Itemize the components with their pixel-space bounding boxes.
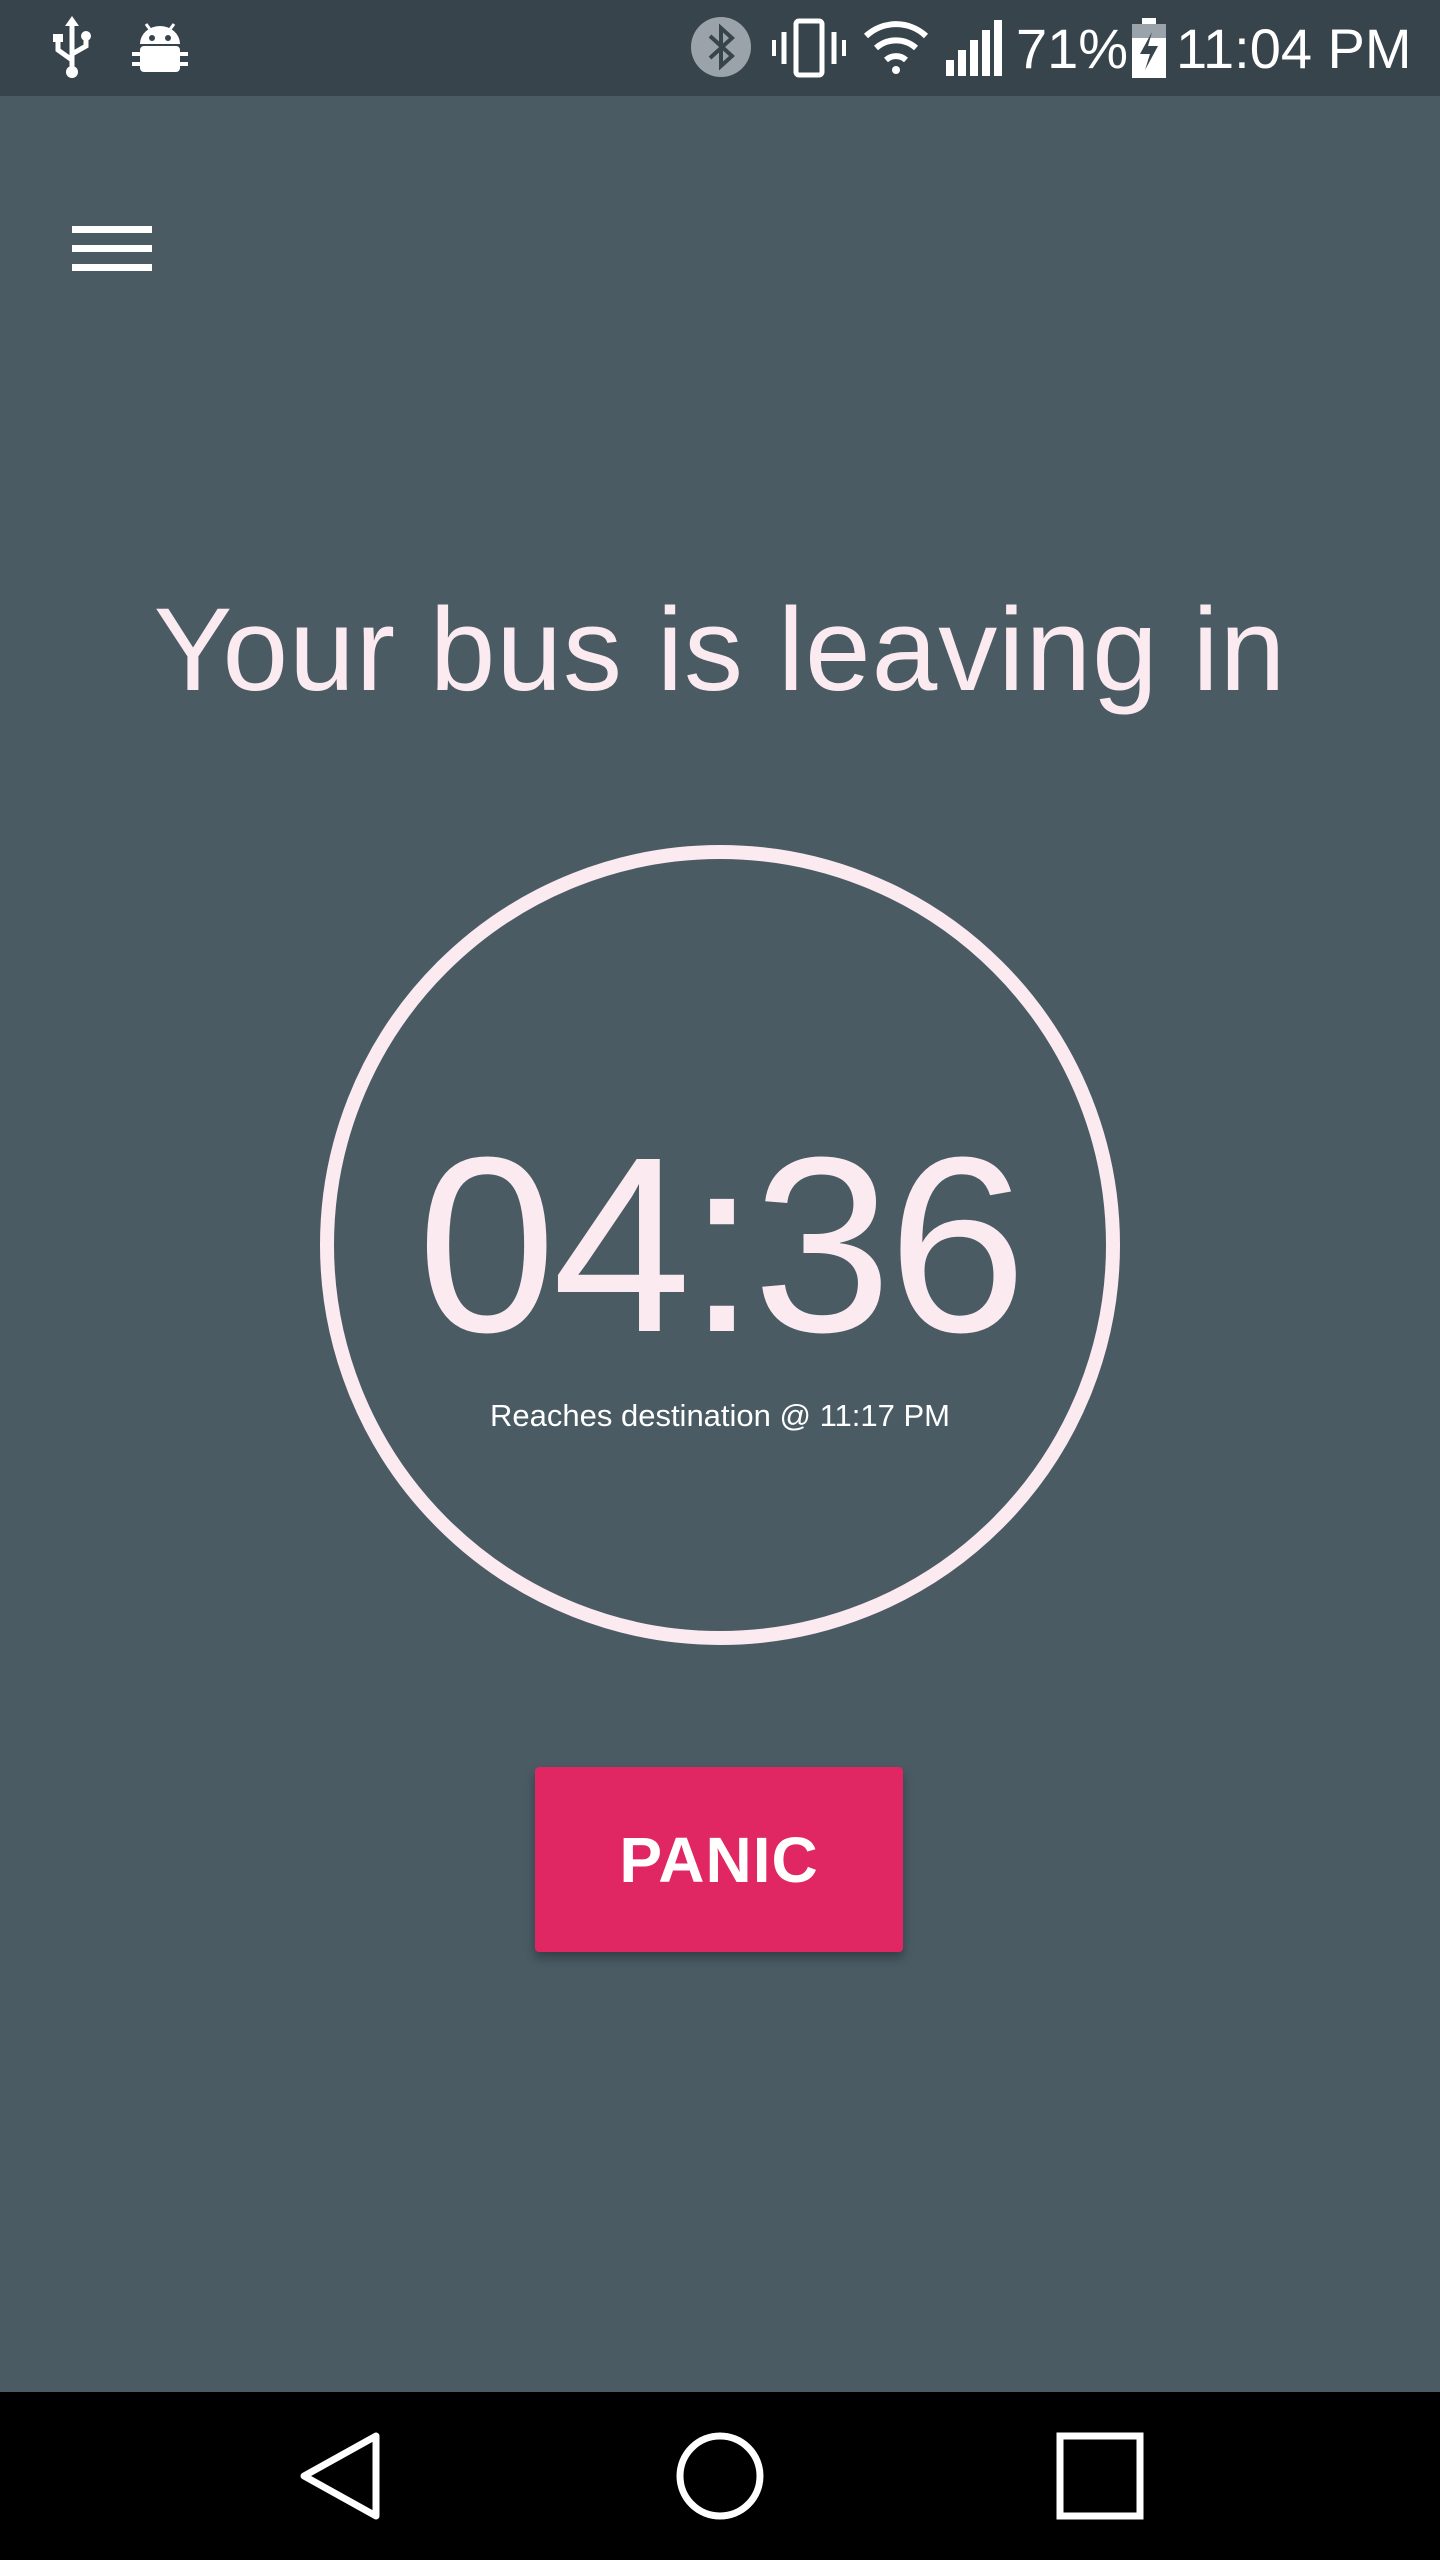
battery-charging-icon bbox=[1132, 18, 1166, 78]
bluetooth-icon bbox=[691, 17, 751, 77]
status-time: 11:04 PM bbox=[1176, 17, 1412, 80]
countdown-timer: 04:36 bbox=[417, 1105, 1027, 1384]
hamburger-menu-icon[interactable] bbox=[60, 210, 160, 290]
menu-bar-line bbox=[72, 226, 152, 233]
back-icon[interactable] bbox=[290, 2426, 390, 2526]
page-title: Your bus is leaving in bbox=[153, 584, 1287, 716]
arrival-time-text: Reaches destination @ 11:17 PM bbox=[490, 1398, 950, 1433]
signal-icon bbox=[946, 20, 1002, 76]
menu-bar-line bbox=[72, 245, 152, 252]
vibrate-icon bbox=[772, 18, 846, 78]
panic-button[interactable]: PANIC bbox=[535, 1767, 903, 1952]
menu-bar-line bbox=[72, 264, 152, 271]
usb-icon bbox=[53, 16, 91, 78]
app-screen: 71% 11:04 PM Your bus is leaving in 04:3… bbox=[0, 0, 1440, 2560]
wifi-icon bbox=[863, 21, 929, 74]
battery-percent: 71% bbox=[1016, 17, 1129, 80]
navigation-bar bbox=[0, 2392, 1440, 2560]
home-icon[interactable] bbox=[670, 2426, 770, 2526]
android-debug-icon bbox=[132, 23, 188, 72]
recents-icon[interactable] bbox=[1050, 2426, 1150, 2526]
status-bar: 71% 11:04 PM bbox=[0, 0, 1440, 96]
